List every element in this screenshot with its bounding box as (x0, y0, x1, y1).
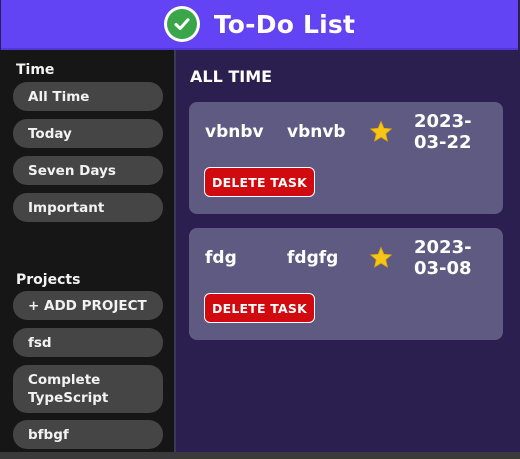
star-icon[interactable] (369, 120, 393, 144)
header: To-Do List (1, 0, 518, 50)
add-project-button[interactable]: + ADD PROJECT (13, 291, 163, 320)
task-card: fdg fdgfg 2023-03-08 DELETE TASK (189, 228, 503, 340)
star-icon[interactable] (369, 246, 393, 270)
check-circle-icon (163, 6, 200, 42)
time-heading: Time (16, 62, 55, 78)
app-title: To-Do List (213, 9, 356, 39)
task-date: 2023-03-22 (414, 111, 472, 153)
task-date: 2023-03-08 (414, 237, 472, 279)
main-content: ALL TIME vbnbv vbnvb 2023-03-22 DELETE T… (176, 50, 518, 452)
projects-heading: Projects (16, 272, 81, 288)
project-item-fsd[interactable]: fsd (13, 328, 163, 357)
task-name: fdg (205, 248, 237, 268)
sidebar-item-all-time[interactable]: All Time (13, 82, 163, 111)
task-name: vbnbv (205, 122, 264, 142)
task-description: vbnvb (287, 122, 346, 142)
task-description: fdgfg (287, 248, 339, 268)
sidebar-item-today[interactable]: Today (13, 119, 163, 148)
task-card: vbnbv vbnvb 2023-03-22 DELETE TASK (189, 102, 503, 214)
sidebar-item-seven-days[interactable]: Seven Days (13, 156, 163, 185)
project-item-complete-typescript[interactable]: Complete TypeScript (13, 365, 163, 413)
project-item-bfbgf[interactable]: bfbgf (13, 420, 163, 449)
horizontal-scrollbar[interactable] (0, 452, 520, 459)
delete-task-button[interactable]: DELETE TASK (204, 293, 315, 323)
app: To-Do List Time All Time Today Seven Day… (0, 0, 520, 459)
delete-task-button[interactable]: DELETE TASK (204, 167, 315, 197)
sidebar-item-important[interactable]: Important (13, 193, 163, 222)
sidebar: Time All Time Today Seven Days Important… (0, 50, 176, 452)
page-title: ALL TIME (190, 67, 273, 86)
